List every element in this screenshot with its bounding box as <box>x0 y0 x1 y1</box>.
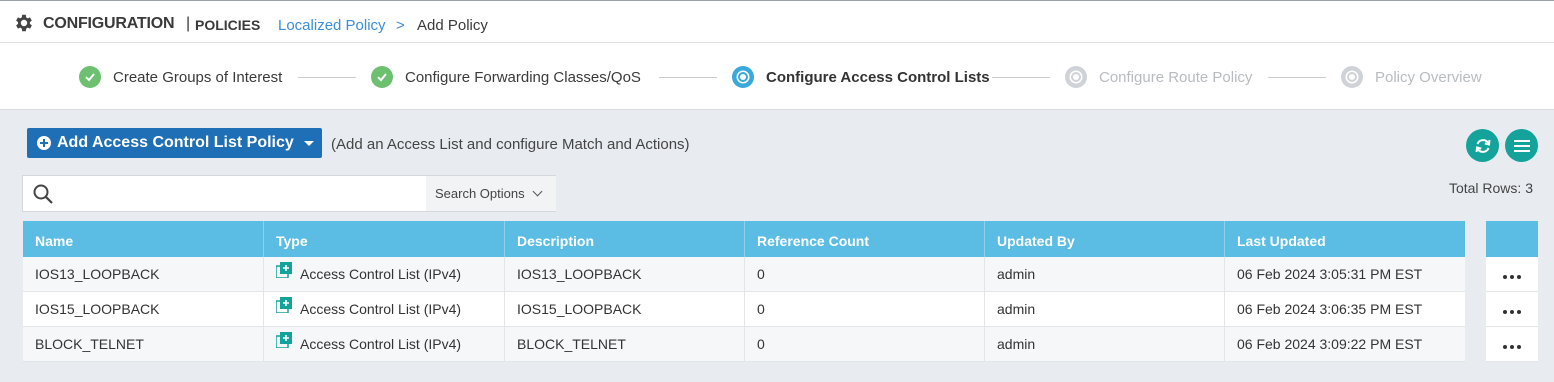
step-label: Configure Route Policy <box>1099 68 1253 86</box>
step-connector <box>298 77 356 78</box>
table-row[interactable]: BLOCK_TELNET Access Control List (IPv4) … <box>23 327 1465 362</box>
page-header: CONFIGURATION | POLICIES Localized Polic… <box>0 0 1554 43</box>
step-label: Policy Overview <box>1375 68 1482 86</box>
column-header-name[interactable]: Name <box>23 221 264 257</box>
check-icon <box>79 66 101 88</box>
cell-type: Access Control List (IPv4) <box>264 292 505 326</box>
cell-name: BLOCK_TELNET <box>23 327 264 361</box>
breadcrumb-current: Add Policy <box>417 17 488 34</box>
cell-name: IOS15_LOOPBACK <box>23 292 264 326</box>
type-label: Access Control List (IPv4) <box>300 301 462 317</box>
type-label: Access Control List (IPv4) <box>300 266 462 282</box>
actions-header <box>1486 221 1538 257</box>
cell-last-updated: 06 Feb 2024 3:06:35 PM EST <box>1237 301 1423 317</box>
acl-type-icon <box>276 262 292 278</box>
step-connector <box>659 77 717 78</box>
table-row[interactable]: IOS13_LOOPBACK Access Control List (IPv4… <box>23 257 1465 292</box>
cell-description: IOS15_LOOPBACK <box>505 292 745 326</box>
radio-active-icon <box>732 66 754 88</box>
search-bar: Search Options <box>22 175 556 212</box>
cell-description: BLOCK_TELNET <box>505 327 745 361</box>
step-policy-overview[interactable]: Policy Overview <box>1341 66 1482 88</box>
step-access-control-lists[interactable]: Configure Access Control Lists <box>732 66 990 88</box>
step-connector <box>1268 77 1326 78</box>
title-separator: | <box>186 15 191 32</box>
cell-last-updated: 06 Feb 2024 3:09:22 PM EST <box>1237 336 1423 352</box>
column-header-last-updated[interactable]: Last Updated <box>1225 221 1465 257</box>
step-forwarding-classes[interactable]: Configure Forwarding Classes/QoS <box>371 66 641 88</box>
list-menu-icon <box>1513 139 1530 152</box>
step-route-policy[interactable]: Configure Route Policy <box>1065 66 1252 88</box>
page-subtitle: POLICIES <box>195 17 261 33</box>
column-header-reference-count[interactable]: Reference Count <box>745 221 985 257</box>
table-header: Name Type Description Reference Count Up… <box>23 221 1465 257</box>
cell-reference-count: 0 <box>745 327 985 361</box>
gear-icon <box>16 14 32 32</box>
total-rows: Total Rows: 3 <box>1448 180 1533 196</box>
cell-updated-by: admin <box>985 327 1225 361</box>
breadcrumb-localized-policy[interactable]: Localized Policy <box>278 17 386 34</box>
more-options-icon <box>1503 275 1521 279</box>
row-actions-button[interactable] <box>1486 292 1538 327</box>
cell-last-updated: 06 Feb 2024 3:05:31 PM EST <box>1237 266 1423 282</box>
more-options-icon <box>1503 345 1521 349</box>
radio-pending-icon <box>1341 66 1363 88</box>
more-options-icon <box>1503 310 1521 314</box>
refresh-button[interactable] <box>1466 129 1499 162</box>
page-title: CONFIGURATION <box>43 15 175 32</box>
radio-pending-icon <box>1065 66 1087 88</box>
step-label: Configure Forwarding Classes/QoS <box>405 68 641 86</box>
caret-down-icon <box>303 140 314 146</box>
search-icon <box>33 184 53 204</box>
row-actions-button[interactable] <box>1486 257 1538 292</box>
cell-reference-count: 0 <box>745 292 985 326</box>
add-acl-policy-button[interactable]: Add Access Control List Policy <box>27 128 322 158</box>
step-create-groups[interactable]: Create Groups of Interest <box>79 66 282 88</box>
search-input[interactable] <box>67 180 445 208</box>
add-hint-text: (Add an Access List and configure Match … <box>331 136 690 153</box>
search-options-label: Search Options <box>435 186 525 201</box>
cell-updated-by: admin <box>985 292 1225 326</box>
refresh-icon <box>1475 138 1490 153</box>
acl-type-icon <box>276 332 292 348</box>
search-options-dropdown[interactable]: Search Options <box>426 176 556 211</box>
chevron-down-icon <box>532 186 543 197</box>
policy-wizard: Create Groups of Interest Configure Forw… <box>0 43 1554 110</box>
cell-type: Access Control List (IPv4) <box>264 257 505 291</box>
add-button-label: Add Access Control List Policy <box>57 134 294 151</box>
breadcrumb-separator: > <box>396 17 405 34</box>
column-header-updated-by[interactable]: Updated By <box>985 221 1225 257</box>
cell-name: IOS13_LOOPBACK <box>23 257 264 291</box>
plus-circle-icon <box>37 136 51 150</box>
check-icon <box>371 66 393 88</box>
step-connector <box>992 77 1050 78</box>
acl-policy-table: Name Type Description Reference Count Up… <box>23 221 1465 362</box>
row-actions-column <box>1486 221 1538 362</box>
step-label: Configure Access Control Lists <box>766 68 990 86</box>
cell-type: Access Control List (IPv4) <box>264 327 505 361</box>
cell-description: IOS13_LOOPBACK <box>505 257 745 291</box>
column-header-type[interactable]: Type <box>264 221 505 257</box>
cell-reference-count: 0 <box>745 257 985 291</box>
table-menu-button[interactable] <box>1505 129 1538 162</box>
acl-type-icon <box>276 297 292 313</box>
column-header-description[interactable]: Description <box>505 221 745 257</box>
table-row[interactable]: IOS15_LOOPBACK Access Control List (IPv4… <box>23 292 1465 327</box>
cell-updated-by: admin <box>985 257 1225 291</box>
row-actions-button[interactable] <box>1486 327 1538 362</box>
type-label: Access Control List (IPv4) <box>300 336 462 352</box>
step-label: Create Groups of Interest <box>113 68 283 86</box>
